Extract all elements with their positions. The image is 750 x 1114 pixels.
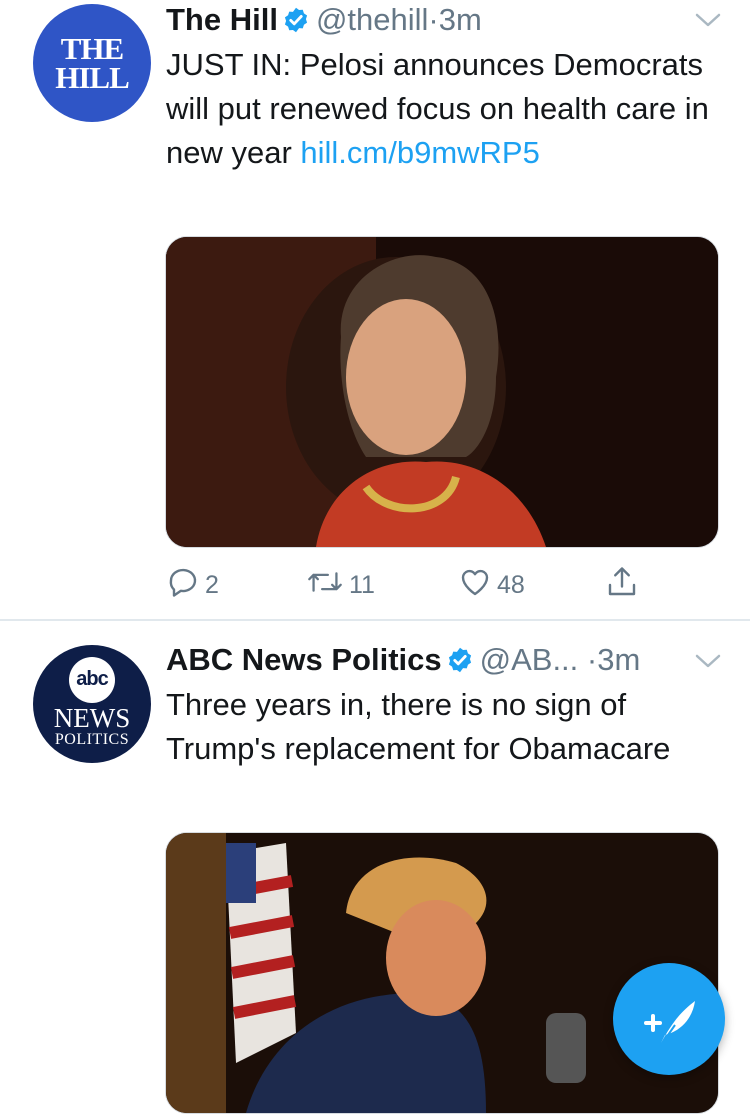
chevron-down-icon[interactable]	[694, 650, 722, 677]
author-handle[interactable]: @AB...	[480, 642, 579, 677]
author-handle[interactable]: @thehill	[316, 2, 428, 37]
avatar-text-news: NEWS	[53, 703, 131, 733]
tweet-media-photo[interactable]	[165, 236, 719, 548]
tweet-time[interactable]: 3m	[597, 642, 640, 677]
verified-badge-icon	[446, 644, 474, 684]
separator-dot: ·	[428, 2, 439, 37]
tweet-actions: 2 11 48	[0, 560, 750, 610]
avatar-text-politics: POLITICS	[54, 731, 130, 748]
separator-dot: ·	[586, 642, 598, 677]
like-count: 48	[497, 570, 525, 599]
reply-icon	[165, 564, 205, 607]
reply-count: 2	[205, 570, 219, 599]
avatar-the-hill[interactable]: THE HILL	[33, 4, 151, 122]
author-name[interactable]: ABC News Politics	[166, 642, 442, 677]
separator-dot	[578, 642, 587, 677]
like-button[interactable]: 48	[457, 560, 525, 610]
tweet-header: ABC News Politics @AB... ·3m	[166, 640, 640, 680]
share-icon	[604, 564, 644, 607]
tweet-time[interactable]: 3m	[439, 2, 482, 37]
portrait-photo-icon	[166, 237, 718, 547]
avatar-abc-news-politics[interactable]: abc NEWS POLITICS	[33, 645, 151, 763]
author-name[interactable]: The Hill	[166, 2, 278, 37]
chevron-down-icon[interactable]	[694, 9, 722, 36]
tweet-text: Three years in, there is no sign of Trum…	[166, 687, 671, 766]
retweet-icon	[305, 564, 349, 607]
verified-badge-icon	[282, 4, 310, 44]
share-button[interactable]	[604, 560, 644, 610]
tweet-header: The Hill @thehill·3m	[166, 0, 482, 40]
avatar-text-line2: HILL	[55, 60, 130, 95]
heart-icon	[457, 564, 497, 607]
reply-button[interactable]: 2	[165, 560, 219, 610]
abc-logo: abc	[69, 657, 115, 703]
tweet-text: JUST IN: Pelosi announces Democrats will…	[166, 43, 726, 175]
retweet-button[interactable]: 11	[305, 560, 375, 610]
retweet-count: 11	[349, 570, 375, 599]
compose-tweet-icon	[613, 1001, 725, 1079]
tweet-link[interactable]: hill.cm/b9mwRP5	[300, 135, 539, 170]
compose-tweet-button[interactable]	[613, 963, 725, 1075]
